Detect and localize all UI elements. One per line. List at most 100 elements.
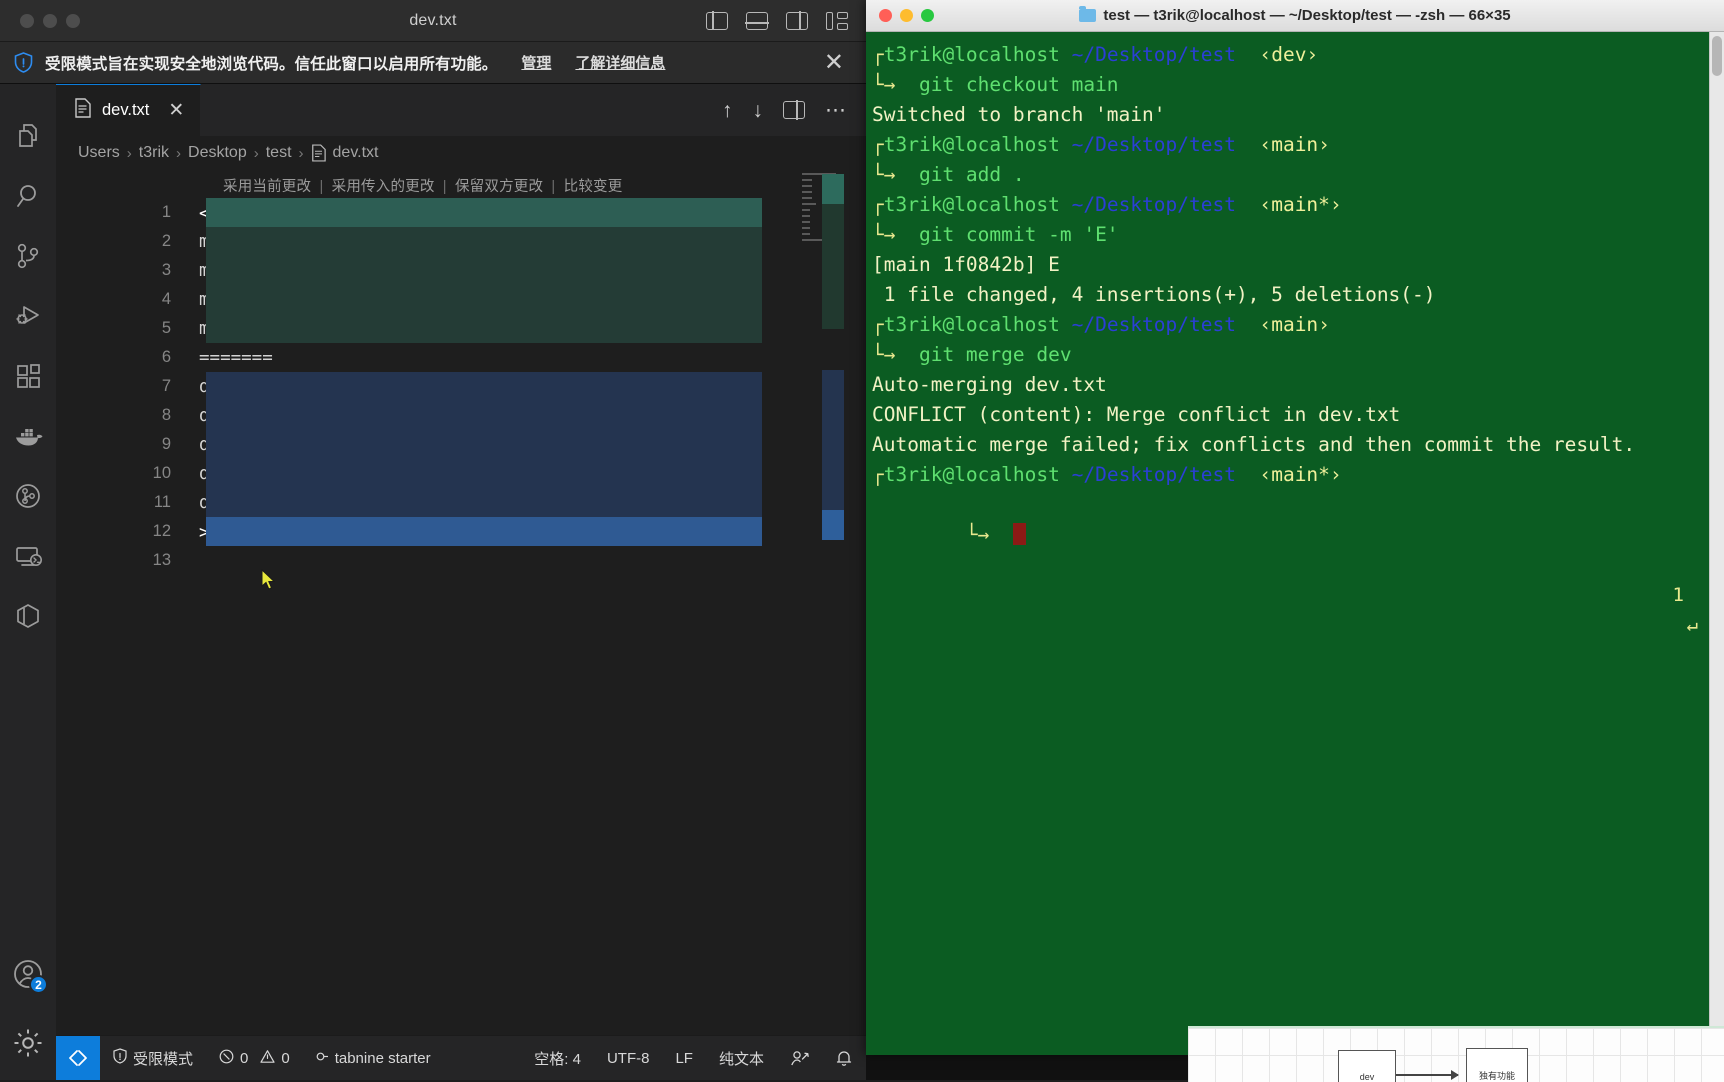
terminal-scrollbar[interactable] — [1709, 32, 1724, 1055]
line-number: 10 — [56, 464, 196, 483]
status-language-mode[interactable]: 纯文本 — [706, 1036, 777, 1080]
status-encoding[interactable]: UTF-8 — [594, 1036, 663, 1080]
code-line[interactable]: 11 dev — [56, 488, 866, 517]
window-zoom-button[interactable] — [66, 14, 80, 28]
prompt-corner-glyph: ┌ — [872, 133, 884, 156]
editor-tabs: dev.txt ✕ ↑ ↓ ⋯ — [56, 84, 866, 136]
bell-icon[interactable] — [822, 1036, 866, 1080]
code-line[interactable]: 12 >>>>>>> dev（传入的更改） — [56, 517, 866, 546]
code-line[interactable]: 1 <<<<<<< HEAD（当前更改） — [56, 198, 866, 227]
status-tabnine[interactable]: tabnine starter — [303, 1036, 444, 1080]
editor-minimap[interactable] — [800, 170, 844, 1035]
prompt-corner-glyph: ┌ — [872, 463, 884, 486]
terminal-title: test — t3rik@localhost — ~/Desktop/test … — [866, 7, 1724, 24]
window-close-button[interactable] — [20, 14, 34, 28]
sidebar-item-extensions[interactable] — [0, 346, 56, 406]
window-minimize-button[interactable] — [43, 14, 57, 28]
accounts-button[interactable]: 2 — [0, 942, 56, 1006]
terminal-close-button[interactable] — [879, 9, 892, 22]
sidebar-item-explorer[interactable] — [0, 106, 56, 166]
terminal-prompt-line: ┌t3rik@localhost ~/Desktop/test ‹dev› — [872, 40, 1724, 70]
sidebar-item-docker[interactable] — [0, 406, 56, 466]
terminal-output[interactable]: ┌t3rik@localhost ~/Desktop/test ‹dev› └→… — [866, 32, 1724, 1055]
prompt-arrow-glyph: └→ — [872, 73, 895, 96]
terminal-command-line: └→ git commit -m 'E' — [872, 220, 1724, 250]
code-lines[interactable]: 1 <<<<<<< HEAD（当前更改） 2 main1 3 main1 — [56, 198, 866, 1035]
terminal-window-controls[interactable] — [879, 9, 934, 22]
tab-dev-txt[interactable]: dev.txt ✕ — [56, 84, 201, 136]
codelens-accept-incoming[interactable]: 采用传入的更改 — [332, 179, 435, 195]
breadcrumb-sep: › — [176, 145, 181, 162]
code-line[interactable]: 4 main1 — [56, 285, 866, 314]
terminal-output-line: [main 1f0842b] E — [872, 250, 1724, 280]
toggle-secondary-sidebar-icon[interactable] — [786, 12, 808, 30]
overview-ruler[interactable] — [822, 170, 844, 1035]
source-control-icon — [13, 241, 43, 271]
terminal-titlebar: test — t3rik@localhost — ~/Desktop/test … — [866, 0, 1724, 32]
editor-content[interactable]: 采用当前更改 | 采用传入的更改 | 保留双方更改 | 比较变更 1 <<<<<… — [56, 170, 866, 1035]
terminal-cursor-line[interactable]: └→ 1 ↵ — [872, 490, 1724, 520]
trust-manage-link[interactable]: 管理 — [521, 52, 551, 73]
remote-explorer-icon — [13, 541, 43, 571]
customize-layout-icon[interactable] — [826, 12, 848, 30]
status-eol[interactable]: LF — [662, 1036, 706, 1080]
settings-button[interactable] — [0, 1006, 56, 1080]
sidebar-item-package[interactable] — [0, 586, 56, 646]
code-line[interactable]: 10 dev — [56, 459, 866, 488]
code-line[interactable]: 3 main1 — [56, 256, 866, 285]
line-text: ======= — [196, 348, 273, 368]
breadcrumb-item-4[interactable]: dev.txt — [333, 144, 379, 162]
code-line[interactable]: 8 dev — [56, 401, 866, 430]
toggle-panel-icon[interactable] — [746, 12, 768, 30]
run-debug-icon — [13, 301, 43, 331]
terminal-command-line: └→ git checkout main — [872, 70, 1724, 100]
more-actions-icon[interactable]: ⋯ — [825, 100, 846, 121]
code-line[interactable]: 7 dev — [56, 372, 866, 401]
diagram-window[interactable]: dev 独有功能 — [1188, 1026, 1724, 1082]
tab-label: dev.txt — [102, 101, 149, 120]
gear-icon — [11, 1026, 45, 1060]
breadcrumb-item-2[interactable]: Desktop — [188, 144, 247, 162]
sidebar-item-gitlens[interactable] — [0, 466, 56, 526]
prompt-cwd: ~/Desktop/test — [1072, 43, 1236, 66]
diagram-node-feature[interactable]: 独有功能 — [1466, 1048, 1528, 1082]
code-line[interactable]: 2 main1 — [56, 227, 866, 256]
tab-close-icon[interactable]: ✕ — [168, 101, 184, 120]
trust-learn-more-link[interactable]: 了解详细信息 — [575, 52, 665, 73]
split-editor-icon[interactable] — [783, 101, 805, 119]
terminal-zoom-button[interactable] — [921, 9, 934, 22]
code-line[interactable]: 6 ======= — [56, 343, 866, 372]
vscode-window-controls[interactable] — [20, 14, 80, 28]
gitlens-icon — [13, 481, 43, 511]
sidebar-item-remote-explorer[interactable] — [0, 526, 56, 586]
diagram-node-dev[interactable]: dev — [1338, 1050, 1396, 1082]
close-icon[interactable]: ✕ — [824, 51, 852, 75]
status-restricted-mode[interactable]: 受限模式 — [100, 1036, 206, 1080]
toggle-primary-sidebar-icon[interactable] — [706, 12, 728, 30]
terminal-return-indicator: 1 ↵ — [1558, 550, 1698, 670]
status-problems[interactable]: 0 0 — [206, 1036, 303, 1080]
previous-change-icon[interactable]: ↑ — [722, 100, 733, 121]
sidebar-item-search[interactable] — [0, 166, 56, 226]
breadcrumb-item-3[interactable]: test — [266, 144, 292, 162]
status-indentation[interactable]: 空格: 4 — [521, 1036, 594, 1080]
breadcrumb-item-1[interactable]: t3rik — [139, 144, 169, 162]
next-change-icon[interactable]: ↓ — [753, 100, 764, 121]
feedback-icon[interactable] — [777, 1036, 822, 1080]
terminal-command: git merge dev — [919, 343, 1072, 366]
return-count: 1 — [1673, 584, 1684, 606]
codelens-accept-both[interactable]: 保留双方更改 — [455, 179, 543, 195]
remote-window-icon[interactable] — [56, 1036, 100, 1080]
code-line[interactable]: 13 — [56, 546, 866, 575]
codelens-accept-current[interactable]: 采用当前更改 — [223, 179, 311, 195]
terminal-scrollbar-thumb[interactable] — [1712, 36, 1722, 76]
sidebar-item-source-control[interactable] — [0, 226, 56, 286]
sidebar-item-run-debug[interactable] — [0, 286, 56, 346]
line-number: 12 — [56, 522, 196, 541]
breadcrumb-item-0[interactable]: Users — [78, 144, 120, 162]
codelens-compare[interactable]: 比较变更 — [564, 179, 623, 195]
code-line[interactable]: 9 dev — [56, 430, 866, 459]
terminal-minimize-button[interactable] — [900, 9, 913, 22]
code-line[interactable]: 5 main1 — [56, 314, 866, 343]
diagram-arrow — [1396, 1074, 1458, 1076]
